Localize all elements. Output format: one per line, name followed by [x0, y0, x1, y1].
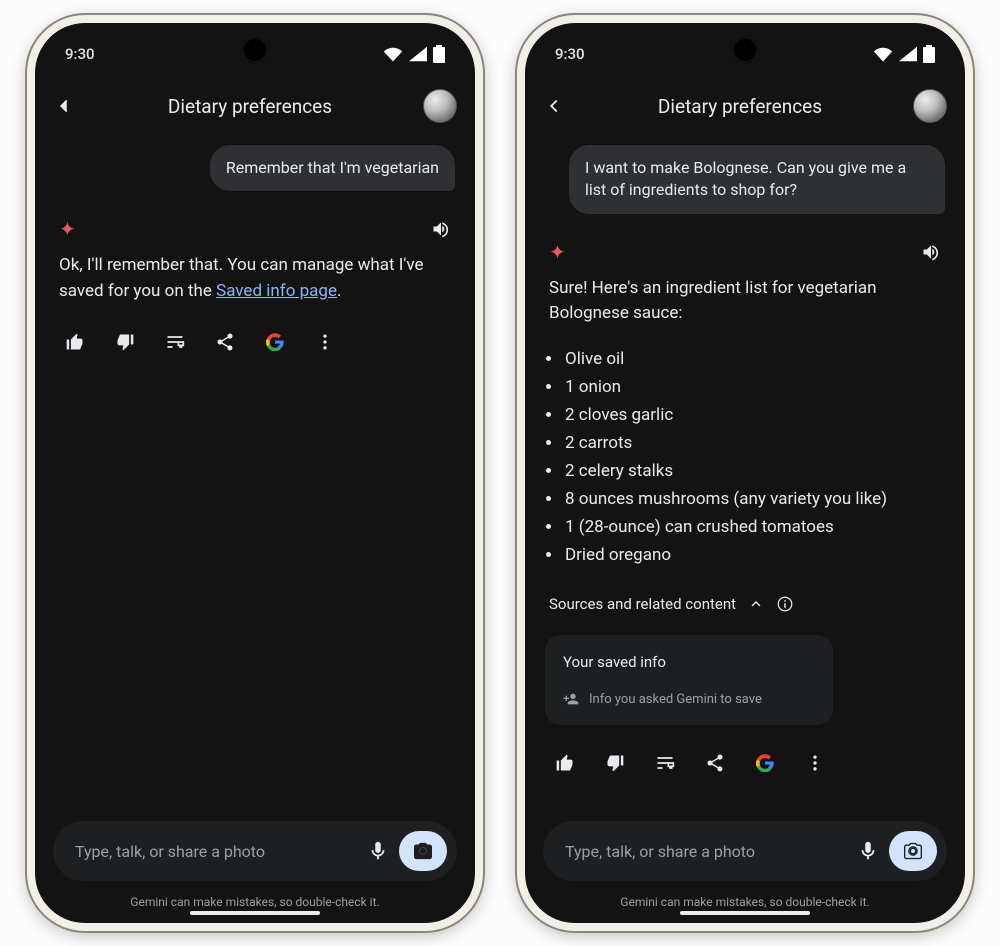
- sparkle-icon: ✦: [549, 240, 566, 264]
- phone-screen-right: 9:30 Dietary preferences I want to make …: [525, 23, 965, 923]
- page-title: Dietary preferences: [91, 95, 409, 118]
- ingredient-item: 8 ounces mushrooms (any variety you like…: [563, 485, 945, 513]
- thumbs-up-button[interactable]: [555, 753, 575, 773]
- clock-text: 9:30: [555, 45, 585, 63]
- saved-info-card[interactable]: Your saved info Info you asked Gemini to…: [545, 635, 833, 725]
- sources-label: Sources and related content: [549, 595, 736, 613]
- ingredient-item: Olive oil: [563, 345, 945, 373]
- chevron-up-icon: [748, 596, 764, 612]
- saved-info-subtitle: Info you asked Gemini to save: [563, 691, 815, 707]
- back-button[interactable]: [543, 95, 567, 117]
- assistant-header: ✦: [55, 217, 455, 241]
- phone-frame-left: 9:30 Dietary preferences Remember that I…: [25, 13, 485, 933]
- phone-frame-right: 9:30 Dietary preferences I want to make …: [515, 13, 975, 933]
- action-row: [55, 316, 455, 352]
- speaker-button[interactable]: [431, 219, 451, 239]
- ingredient-item: 2 cloves garlic: [563, 401, 945, 429]
- battery-icon: [923, 45, 935, 63]
- composer-area: Type, talk, or share a photo: [35, 809, 475, 889]
- avatar[interactable]: [423, 89, 457, 123]
- status-icons: [873, 45, 935, 63]
- composer-area: Type, talk, or share a photo: [525, 809, 965, 889]
- footnote: Gemini can make mistakes, so double-chec…: [35, 889, 475, 923]
- back-button[interactable]: [53, 95, 77, 117]
- avatar[interactable]: [913, 89, 947, 123]
- camera-hole: [734, 39, 756, 61]
- more-button[interactable]: [315, 332, 335, 352]
- tune-button[interactable]: [165, 332, 185, 352]
- action-row: [545, 737, 945, 773]
- app-header: Dietary preferences: [525, 79, 965, 139]
- thumbs-down-button[interactable]: [115, 332, 135, 352]
- user-message: Remember that I'm vegetarian: [210, 145, 455, 191]
- app-header: Dietary preferences: [35, 79, 475, 139]
- status-icons: [383, 45, 445, 63]
- share-button[interactable]: [705, 753, 725, 773]
- assistant-header: ✦: [545, 240, 945, 264]
- google-button[interactable]: [265, 332, 285, 352]
- info-icon[interactable]: [776, 595, 794, 613]
- sparkle-icon: ✦: [59, 217, 76, 241]
- ingredient-item: Dried oregano: [563, 541, 945, 569]
- composer[interactable]: Type, talk, or share a photo: [543, 821, 947, 881]
- camera-pill[interactable]: [889, 831, 937, 871]
- saved-info-title: Your saved info: [563, 653, 815, 671]
- mic-button[interactable]: [367, 840, 389, 862]
- sources-toggle[interactable]: Sources and related content: [545, 595, 945, 613]
- assistant-intro: Sure! Here's an ingredient list for vege…: [545, 276, 945, 327]
- footnote: Gemini can make mistakes, so double-chec…: [525, 889, 965, 923]
- wifi-icon: [873, 46, 893, 62]
- ingredient-item: 1 (28-ounce) can crushed tomatoes: [563, 513, 945, 541]
- google-button[interactable]: [755, 753, 775, 773]
- saved-info-sub-text: Info you asked Gemini to save: [589, 692, 762, 707]
- saved-info-link[interactable]: Saved info page: [216, 281, 337, 301]
- ingredient-item: 2 celery stalks: [563, 457, 945, 485]
- clock-text: 9:30: [65, 45, 95, 63]
- user-message: I want to make Bolognese. Can you give m…: [569, 145, 945, 214]
- ingredient-list: Olive oil1 onion2 cloves garlic2 carrots…: [563, 345, 945, 569]
- composer-placeholder: Type, talk, or share a photo: [75, 842, 357, 861]
- wifi-icon: [383, 46, 403, 62]
- ingredient-item: 1 onion: [563, 373, 945, 401]
- signal-icon: [899, 46, 917, 62]
- thumbs-down-button[interactable]: [605, 753, 625, 773]
- battery-icon: [433, 45, 445, 63]
- tune-button[interactable]: [655, 753, 675, 773]
- home-indicator[interactable]: [680, 911, 810, 915]
- mic-button[interactable]: [857, 840, 879, 862]
- camera-pill[interactable]: [399, 831, 447, 871]
- camera-hole: [244, 39, 266, 61]
- home-indicator[interactable]: [190, 911, 320, 915]
- share-button[interactable]: [215, 332, 235, 352]
- assistant-text: Ok, I'll remember that. You can manage w…: [55, 253, 455, 304]
- thumbs-up-button[interactable]: [65, 332, 85, 352]
- signal-icon: [409, 46, 427, 62]
- composer[interactable]: Type, talk, or share a photo: [53, 821, 457, 881]
- chat-body: I want to make Bolognese. Can you give m…: [525, 139, 965, 809]
- phone-screen-left: 9:30 Dietary preferences Remember that I…: [35, 23, 475, 923]
- page-title: Dietary preferences: [581, 95, 899, 118]
- more-button[interactable]: [805, 753, 825, 773]
- ingredient-item: 2 carrots: [563, 429, 945, 457]
- speaker-button[interactable]: [921, 242, 941, 262]
- composer-placeholder: Type, talk, or share a photo: [565, 842, 847, 861]
- person-add-icon: [563, 691, 579, 707]
- assistant-suffix: .: [337, 281, 341, 301]
- chat-body: Remember that I'm vegetarian ✦ Ok, I'll …: [35, 139, 475, 809]
